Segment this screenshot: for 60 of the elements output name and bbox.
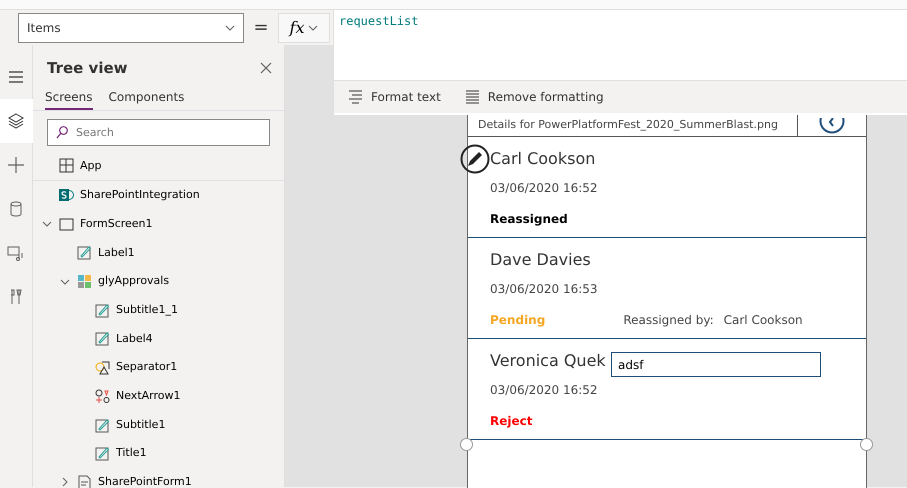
resize-handle[interactable] bbox=[860, 438, 873, 451]
search-icon bbox=[56, 126, 68, 138]
reassigned-label: Reassigned by: bbox=[623, 312, 714, 329]
tree-item[interactable]: Title1 bbox=[33, 439, 284, 468]
comment-field[interactable]: adsf bbox=[611, 352, 821, 377]
person-name: Veronica Quek bbox=[490, 350, 606, 372]
tree-item[interactable]: Subtitle1 bbox=[33, 410, 284, 440]
timestamp: 03/06/2020 16:52 bbox=[490, 382, 599, 399]
status-text: Reassigned bbox=[490, 211, 568, 228]
formula-field[interactable]: requestList bbox=[334, 10, 907, 80]
chevron-down-icon bbox=[308, 24, 318, 30]
gallery-header: Details for PowerPlatformFest_2020_SummerBlast.png bbox=[468, 115, 798, 136]
status-text: Reject bbox=[490, 413, 532, 430]
tree-item[interactable]: FormScreen1 bbox=[33, 210, 284, 239]
pencil-circle-icon bbox=[460, 144, 490, 174]
chevron-down-icon bbox=[225, 24, 235, 30]
sharepoint-icon bbox=[59, 188, 74, 204]
panel-tab[interactable]: Screens bbox=[45, 86, 93, 110]
close-button[interactable] bbox=[260, 62, 272, 74]
format-icon bbox=[348, 89, 363, 105]
status-text: Pending bbox=[490, 312, 546, 329]
timestamp: 03/06/2020 16:52 bbox=[490, 180, 599, 197]
tree-item[interactable]: Label4 bbox=[33, 324, 284, 354]
gallery-icon bbox=[77, 274, 92, 290]
tree-item[interactable]: App bbox=[33, 152, 284, 180]
tree-item[interactable]: Subtitle1_1 bbox=[33, 296, 284, 325]
close-icon bbox=[260, 62, 272, 74]
screen-icon bbox=[59, 216, 74, 232]
person-name: Carl Cookson bbox=[490, 148, 596, 170]
tree-item[interactable]: Separator1 bbox=[33, 353, 284, 382]
plus-icon bbox=[7, 156, 25, 174]
shapes-icon bbox=[95, 360, 110, 376]
layers-icon bbox=[7, 112, 25, 130]
pencil-box-icon bbox=[95, 418, 110, 433]
pencil-box-icon bbox=[77, 245, 92, 260]
tree-item[interactable]: SharePointIntegration bbox=[33, 181, 284, 210]
function-button[interactable]: fx bbox=[278, 12, 330, 42]
remove-formatting-button[interactable]: Remove formatting bbox=[464, 88, 604, 106]
pencil-box-icon bbox=[95, 446, 110, 462]
reassigned-name: Carl Cookson bbox=[724, 312, 803, 329]
icons-icon bbox=[95, 388, 110, 404]
resize-handle[interactable] bbox=[460, 438, 473, 451]
pencil-box-icon bbox=[95, 331, 110, 346]
lines-icon bbox=[464, 89, 480, 105]
tree-item[interactable]: SharePointForm1 bbox=[33, 468, 284, 488]
pencil-box-icon bbox=[95, 302, 110, 318]
media-icon bbox=[7, 244, 25, 262]
equals-sign: = bbox=[252, 16, 270, 40]
tree-item[interactable]: NextArrow1 bbox=[33, 382, 284, 411]
form-icon bbox=[77, 474, 92, 488]
search-field[interactable]: Search bbox=[47, 118, 270, 146]
tree-item[interactable]: glyApprovals bbox=[33, 267, 284, 296]
person-name: Dave Davies bbox=[490, 249, 591, 271]
timestamp: 03/06/2020 16:53 bbox=[490, 281, 599, 298]
format-text-button[interactable]: Format text bbox=[348, 88, 441, 106]
panel-tab[interactable]: Components bbox=[108, 86, 184, 110]
app-icon bbox=[59, 158, 74, 174]
panel-title: Tree view bbox=[46, 58, 128, 79]
property-dropdown[interactable]: Items bbox=[18, 12, 244, 42]
tree-item[interactable]: Label1 bbox=[33, 238, 284, 268]
